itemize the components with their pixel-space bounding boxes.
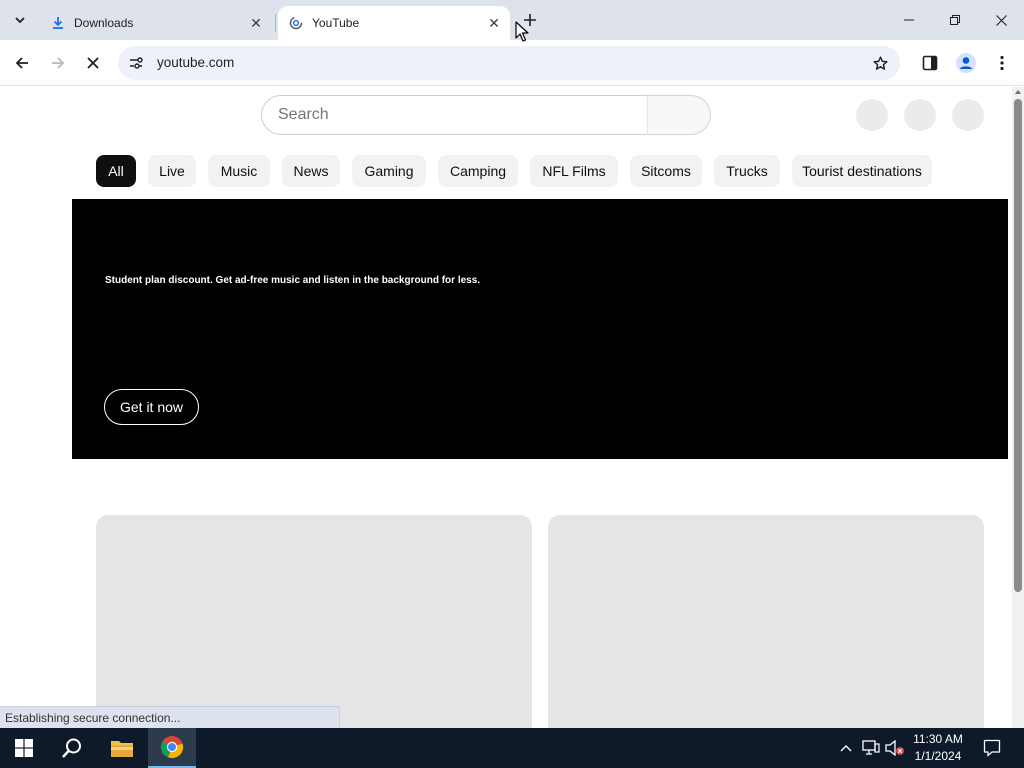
chrome-taskbar-button[interactable] (148, 728, 196, 768)
browser-toolbar: youtube.com (0, 40, 1024, 86)
search-button[interactable] (647, 95, 711, 135)
minimize-icon (904, 19, 914, 21)
close-icon (87, 57, 99, 69)
chrome-icon (160, 736, 184, 759)
scroll-up-arrow-icon[interactable] (1015, 90, 1021, 94)
search-box[interactable] (261, 95, 649, 135)
video-thumbnail-placeholder (548, 515, 984, 728)
side-panel-button[interactable] (916, 49, 944, 77)
chip-all[interactable]: All (96, 155, 136, 187)
arrow-right-icon (52, 57, 65, 69)
profile-icon (956, 53, 976, 73)
close-icon (995, 14, 1007, 26)
chevron-up-icon (840, 745, 852, 752)
loading-spinner-icon (288, 15, 304, 31)
forward-button[interactable] (44, 49, 72, 77)
windows-taskbar: 11:30 AM 1/1/2024 (0, 728, 1024, 768)
status-bubble: Establishing secure connection... (0, 706, 340, 728)
tab-search-button[interactable] (8, 8, 32, 32)
more-vertical-icon (1000, 55, 1004, 71)
minimize-button[interactable] (886, 0, 932, 40)
notifications-button[interactable] (978, 728, 1006, 768)
premium-promo-banner: Student plan discount. Get ad-free music… (72, 199, 1008, 459)
tab-downloads[interactable]: Downloads ✕ (40, 6, 272, 40)
get-it-now-button[interactable]: Get it now (104, 389, 199, 425)
download-icon (50, 15, 66, 31)
tab-youtube[interactable]: YouTube ✕ (278, 6, 510, 40)
file-explorer-button[interactable] (98, 728, 146, 768)
taskbar-clock[interactable]: 11:30 AM 1/1/2024 (906, 731, 970, 765)
chip-live[interactable]: Live (148, 155, 196, 187)
windows-logo-icon (15, 739, 33, 757)
chip-camping[interactable]: Camping (438, 155, 518, 187)
close-tab-icon[interactable]: ✕ (484, 13, 504, 33)
tab-divider (275, 14, 276, 32)
clock-time: 11:30 AM (913, 732, 963, 746)
search-icon (62, 738, 81, 758)
network-tray-button[interactable] (860, 728, 882, 768)
network-icon (862, 740, 880, 755)
address-bar[interactable]: youtube.com (118, 46, 900, 80)
site-info-icon[interactable] (126, 53, 146, 73)
folder-icon (111, 741, 133, 757)
youtube-page: All Live Music News Gaming Camping NFL F… (0, 87, 1012, 728)
chip-news[interactable]: News (282, 155, 340, 187)
volume-muted-icon (885, 740, 904, 756)
profile-button[interactable] (952, 49, 980, 77)
create-button-placeholder[interactable] (856, 99, 888, 131)
stop-loading-button[interactable] (79, 49, 107, 77)
close-tab-icon[interactable]: ✕ (246, 13, 266, 33)
url-text: youtube.com (157, 55, 235, 70)
chip-music[interactable]: Music (208, 155, 270, 187)
back-button[interactable] (8, 49, 36, 77)
side-panel-icon (922, 55, 938, 71)
search-input[interactable] (278, 105, 638, 125)
show-hidden-icons-button[interactable] (836, 728, 856, 768)
chip-sitcoms[interactable]: Sitcoms (630, 155, 702, 187)
start-button[interactable] (0, 728, 48, 768)
chip-gaming[interactable]: Gaming (352, 155, 426, 187)
chip-tourist-destinations[interactable]: Tourist destinations (792, 155, 932, 187)
chevron-down-icon (15, 17, 25, 24)
video-thumbnail-placeholder (96, 515, 532, 728)
mouse-cursor-icon (515, 21, 529, 42)
notifications-button-placeholder[interactable] (904, 99, 936, 131)
tab-title: Downloads (74, 16, 134, 30)
clock-date: 1/1/2024 (914, 749, 962, 763)
bookmark-star-icon[interactable] (870, 53, 890, 73)
menu-button[interactable] (988, 49, 1016, 77)
tab-title: YouTube (312, 16, 360, 30)
close-window-button[interactable] (978, 0, 1024, 40)
volume-tray-button[interactable] (884, 728, 906, 768)
taskbar-search-button[interactable] (48, 728, 96, 768)
tab-strip: Downloads ✕ YouTube ✕ (0, 0, 1024, 40)
chip-trucks[interactable]: Trucks (714, 155, 780, 187)
scrollbar-thumb[interactable] (1014, 99, 1022, 592)
restore-icon (950, 15, 960, 25)
avatar-placeholder[interactable] (952, 99, 984, 131)
restore-button[interactable] (932, 0, 978, 40)
notification-icon (983, 739, 1001, 757)
arrow-left-icon (15, 57, 28, 69)
chip-nfl-films[interactable]: NFL Films (530, 155, 618, 187)
page-scrollbar[interactable] (1012, 87, 1024, 728)
banner-message: Student plan discount. Get ad-free music… (105, 275, 481, 286)
